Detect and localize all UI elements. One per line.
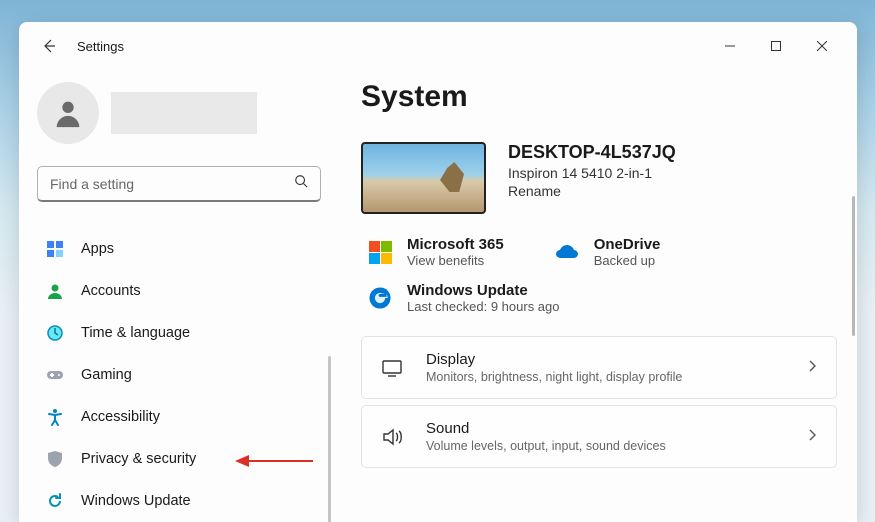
nav-scroll-indicator <box>328 356 331 522</box>
sidebar-item-gaming[interactable]: Gaming <box>37 356 321 394</box>
settings-window: Settings <box>19 22 857 522</box>
content-area: Apps Accounts Time & language <box>19 70 857 522</box>
sidebar-item-label: Accounts <box>81 283 141 299</box>
sidebar-item-label: Apps <box>81 241 114 257</box>
back-button[interactable] <box>31 28 67 64</box>
status-row-1: Microsoft 365 View benefits OneDrive Bac… <box>361 236 837 268</box>
rename-link[interactable]: Rename <box>508 183 676 199</box>
sidebar-item-label: Time & language <box>81 325 190 341</box>
status-sub: Last checked: 9 hours ago <box>407 299 560 314</box>
apps-icon <box>45 239 65 259</box>
setting-sub: Volume levels, output, input, sound devi… <box>426 439 784 453</box>
page-title: System <box>361 80 837 114</box>
setting-sound[interactable]: Sound Volume levels, output, input, soun… <box>361 405 837 468</box>
setting-display[interactable]: Display Monitors, brightness, night ligh… <box>361 336 837 399</box>
minimize-button[interactable] <box>707 30 753 62</box>
status-sub: Backed up <box>594 253 661 268</box>
gaming-icon <box>45 365 65 385</box>
status-title: OneDrive <box>594 236 661 253</box>
close-button[interactable] <box>799 30 845 62</box>
chevron-right-icon <box>806 359 818 377</box>
sidebar-item-label: Privacy & security <box>81 451 196 467</box>
profile-section[interactable] <box>37 82 321 144</box>
sidebar-item-windows-update[interactable]: Windows Update <box>37 482 321 520</box>
status-row-2: Windows Update Last checked: 9 hours ago <box>361 282 837 314</box>
status-sub: View benefits <box>407 253 504 268</box>
device-thumbnail[interactable] <box>361 142 486 214</box>
chevron-right-icon <box>806 428 818 446</box>
microsoft-icon <box>367 239 393 265</box>
profile-name-placeholder <box>111 92 257 134</box>
status-microsoft-365[interactable]: Microsoft 365 View benefits <box>367 236 504 268</box>
update-icon <box>45 491 65 511</box>
device-info-row: DESKTOP-4L537JQ Inspiron 14 5410 2-in-1 … <box>361 142 837 214</box>
sidebar-item-label: Accessibility <box>81 409 160 425</box>
device-info: DESKTOP-4L537JQ Inspiron 14 5410 2-in-1 … <box>508 142 676 214</box>
annotation-arrow <box>235 454 313 473</box>
status-title: Windows Update <box>407 282 560 299</box>
avatar <box>37 82 99 144</box>
setting-sub: Monitors, brightness, night light, displ… <box>426 370 784 384</box>
onedrive-icon <box>554 239 580 265</box>
globe-clock-icon <box>45 323 65 343</box>
sidebar-item-accessibility[interactable]: Accessibility <box>37 398 321 436</box>
search-box[interactable] <box>37 166 321 202</box>
search-icon <box>294 174 308 193</box>
device-name: DESKTOP-4L537JQ <box>508 142 676 163</box>
status-onedrive[interactable]: OneDrive Backed up <box>554 236 661 268</box>
nav-list: Apps Accounts Time & language <box>37 230 321 520</box>
accounts-icon <box>45 281 65 301</box>
setting-title: Sound <box>426 420 784 437</box>
accessibility-icon <box>45 407 65 427</box>
status-windows-update[interactable]: Windows Update Last checked: 9 hours ago <box>367 282 560 314</box>
main-panel: System DESKTOP-4L537JQ Inspiron 14 5410 … <box>339 70 857 522</box>
close-icon <box>817 41 827 51</box>
sidebar-item-accounts[interactable]: Accounts <box>37 272 321 310</box>
shield-icon <box>45 449 65 469</box>
maximize-icon <box>771 41 781 51</box>
scrollbar-thumb[interactable] <box>852 196 855 336</box>
status-title: Microsoft 365 <box>407 236 504 253</box>
windows-update-icon <box>367 285 393 311</box>
maximize-button[interactable] <box>753 30 799 62</box>
window-controls <box>707 30 845 62</box>
device-model: Inspiron 14 5410 2-in-1 <box>508 165 676 181</box>
person-icon <box>51 96 85 130</box>
minimize-icon <box>725 41 735 51</box>
sound-icon <box>380 425 404 449</box>
display-icon <box>380 356 404 380</box>
search-input[interactable] <box>50 176 294 192</box>
arrow-left-icon <box>41 38 57 54</box>
sidebar-item-time-language[interactable]: Time & language <box>37 314 321 352</box>
titlebar: Settings <box>19 22 857 70</box>
sidebar-item-apps[interactable]: Apps <box>37 230 321 268</box>
window-title: Settings <box>77 39 124 54</box>
setting-title: Display <box>426 351 784 368</box>
sidebar-item-label: Windows Update <box>81 493 191 509</box>
sidebar-item-label: Gaming <box>81 367 132 383</box>
